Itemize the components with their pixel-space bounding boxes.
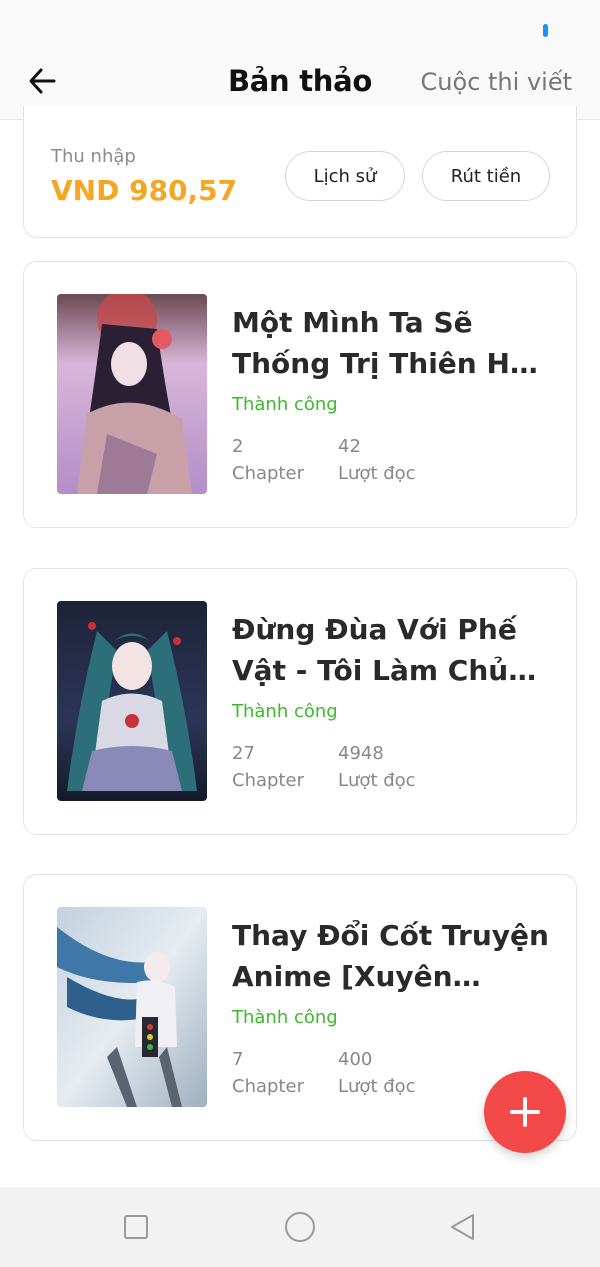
nav-back-button[interactable] (447, 1211, 479, 1243)
story-cover-image[interactable] (57, 601, 207, 801)
story-title[interactable]: Thay Đổi Cốt Truyện Anime [Xuyên Không] (232, 915, 552, 997)
nav-home-button[interactable] (284, 1211, 316, 1243)
nav-recent-button[interactable] (120, 1211, 152, 1243)
status-indicator (543, 24, 548, 37)
income-value: VND 980,57 (51, 174, 238, 207)
square-icon (124, 1215, 148, 1239)
status-bar (0, 0, 600, 58)
story-cover-image[interactable] (57, 294, 207, 494)
triangle-back-icon (451, 1214, 474, 1240)
read-count: 400 (338, 1049, 373, 1070)
chapter-label: Chapter (232, 1076, 304, 1097)
add-story-button[interactable] (484, 1071, 566, 1153)
chapter-count: 2 (232, 436, 244, 457)
read-count: 4948 (338, 743, 384, 764)
circle-icon (285, 1212, 315, 1242)
chapter-count: 27 (232, 743, 255, 764)
story-card[interactable]: Đừng Đùa Với Phế Vật - Tôi Làm Chủ T... … (23, 568, 577, 835)
read-label: Lượt đọc (338, 770, 416, 791)
story-status: Thành công (232, 701, 338, 722)
story-card[interactable]: Một Mình Ta Sẽ Thống Trị Thiên Hạ: Hãy M… (23, 261, 577, 528)
chapter-label: Chapter (232, 463, 304, 484)
read-count: 42 (338, 436, 361, 457)
withdraw-button[interactable]: Rút tiền (422, 151, 550, 201)
chapter-label: Chapter (232, 770, 304, 791)
story-status: Thành công (232, 394, 338, 415)
income-label: Thu nhập (51, 146, 136, 167)
plus-icon (510, 1097, 540, 1127)
history-button[interactable]: Lịch sử (285, 151, 405, 201)
writing-contest-link[interactable]: Cuộc thi viết (421, 68, 572, 96)
income-card: Thu nhập VND 980,57 Lịch sử Rút tiền (23, 106, 577, 238)
story-title[interactable]: Một Mình Ta Sẽ Thống Trị Thiên Hạ: Hãy M… (232, 302, 552, 384)
read-label: Lượt đọc (338, 1076, 416, 1097)
chapter-count: 7 (232, 1049, 244, 1070)
system-navigation-bar (0, 1187, 600, 1267)
story-title[interactable]: Đừng Đùa Với Phế Vật - Tôi Làm Chủ T... (232, 609, 552, 691)
read-label: Lượt đọc (338, 463, 416, 484)
story-status: Thành công (232, 1007, 338, 1028)
story-cover-image[interactable] (57, 907, 207, 1107)
